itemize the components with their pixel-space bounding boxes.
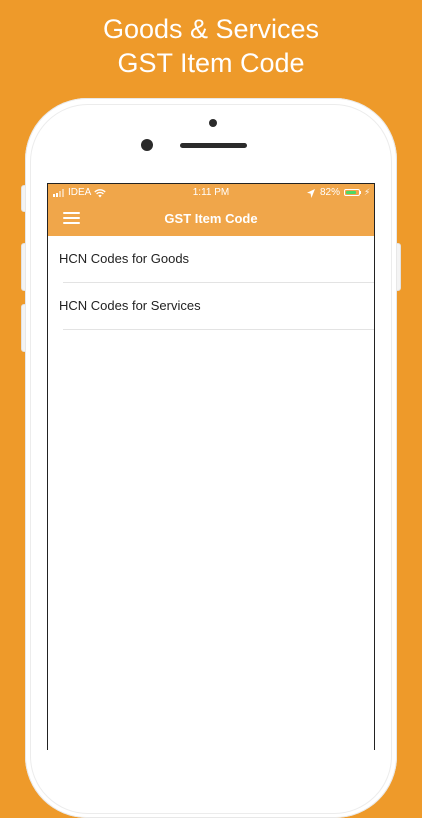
promo-headline-line2: GST Item Code (117, 48, 305, 78)
phone-screen: IDEA 1:11 PM 82% ⚡ GST Item Code HCN Cod… (47, 183, 375, 750)
list-item-goods[interactable]: HCN Codes for Goods (48, 236, 374, 283)
code-category-list: HCN Codes for Goods HCN Codes for Servic… (48, 236, 374, 330)
list-item-label: HCN Codes for Goods (59, 251, 190, 266)
battery-icon (344, 189, 360, 196)
status-bar: IDEA 1:11 PM 82% ⚡ (48, 184, 374, 201)
divider (63, 329, 374, 330)
list-item-label: HCN Codes for Services (59, 298, 201, 313)
list-item-services[interactable]: HCN Codes for Services (48, 283, 374, 330)
proximity-sensor (209, 119, 217, 127)
promo-headline-line1: Goods & Services (102, 14, 320, 44)
charging-bolt-icon: ⚡ (364, 187, 371, 197)
battery-percentage: 82% (320, 187, 341, 198)
battery-nub (360, 191, 361, 194)
earpiece-speaker (180, 143, 247, 148)
battery-level-fill (346, 191, 356, 194)
front-camera (141, 139, 153, 151)
navigation-bar: GST Item Code (48, 201, 374, 236)
nav-title: GST Item Code (164, 211, 258, 226)
